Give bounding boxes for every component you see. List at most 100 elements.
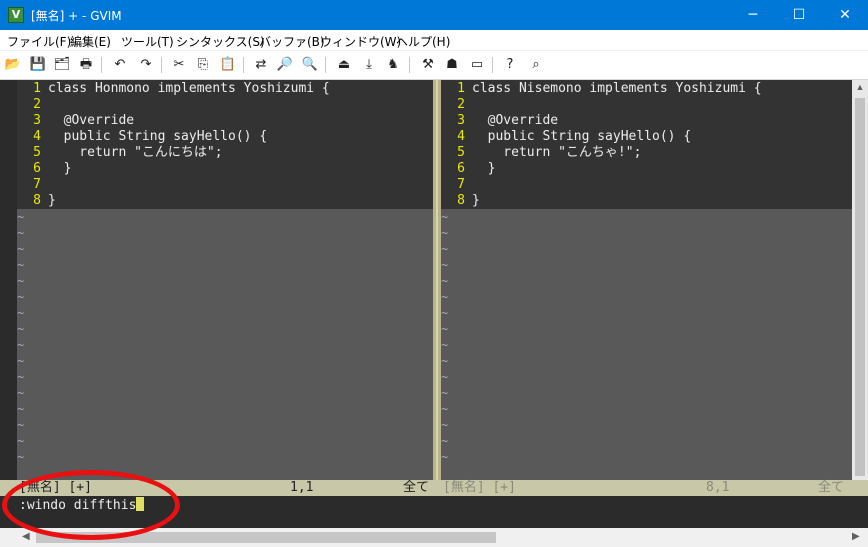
menu-tools[interactable]: ツール(T) — [121, 33, 174, 50]
shell-icon[interactable]: ☗ — [443, 56, 461, 74]
menu-file[interactable]: ファイル(F) — [7, 33, 71, 50]
line-text: public String sayHello() { — [48, 129, 268, 144]
code-line: 6 } — [441, 161, 852, 177]
line-text: class Nisemono implements Yoshizumi { — [472, 81, 762, 96]
line-text: } — [472, 161, 496, 176]
code-line: 1 class Honmono implements Yoshizumi { — [17, 81, 433, 97]
line-number: 4 — [457, 129, 465, 144]
empty-line-tilde: ~ — [17, 258, 25, 272]
vertical-scrollbar[interactable]: ▲ — [852, 80, 868, 480]
empty-line-tilde: ~ — [17, 226, 25, 240]
help-icon[interactable]: ? — [501, 56, 519, 74]
line-number: 8 — [457, 193, 465, 208]
load-session-icon[interactable]: ⏏ — [335, 56, 353, 74]
line-text: @Override — [48, 113, 135, 128]
paste-icon[interactable]: 📋 — [219, 56, 237, 74]
save-icon[interactable]: 💾 — [29, 56, 47, 74]
line-number: 5 — [33, 145, 41, 160]
line-number: 1 — [457, 81, 465, 96]
left-editor-pane[interactable]: 1 class Honmono implements Yoshizumi { 2 3 … — [17, 80, 433, 480]
right-cursor-position: 8,1 — [706, 480, 730, 495]
make-icon[interactable]: ⚒ — [419, 56, 437, 74]
line-number: 2 — [457, 97, 465, 112]
line-number: 5 — [457, 145, 465, 160]
find-next-icon[interactable]: 🔎 — [276, 56, 294, 74]
scroll-left-icon[interactable]: ◀ — [22, 531, 30, 542]
find-prev-icon[interactable]: 🔍 — [301, 56, 319, 74]
menu-syntax[interactable]: シンタックス(S) — [176, 33, 265, 50]
split-bar — [436, 80, 438, 480]
menu-buffers[interactable]: バッファ(B) — [259, 33, 325, 50]
toolbar-separator — [325, 57, 326, 73]
copy-icon[interactable]: ⎘ — [194, 56, 212, 74]
run-script-icon[interactable]: ♞ — [384, 56, 402, 74]
empty-line-tilde: ~ — [441, 322, 449, 336]
find-help-icon[interactable]: ⌕ — [527, 56, 545, 74]
code-line: 7 — [17, 177, 433, 193]
empty-line-tilde: ~ — [17, 402, 25, 416]
scroll-up-icon[interactable]: ▲ — [852, 82, 868, 92]
line-number: 3 — [457, 113, 465, 128]
menu-edit[interactable]: 編集(E) — [70, 33, 111, 50]
empty-line-tilde: ~ — [441, 210, 449, 224]
window-title: [無名] + - GVIM — [31, 9, 122, 23]
empty-line-tilde: ~ — [17, 370, 25, 384]
scroll-right-icon[interactable]: ▶ — [852, 531, 860, 542]
line-number: 2 — [33, 97, 41, 112]
empty-line-tilde: ~ — [441, 386, 449, 400]
save-session-icon[interactable]: ⤓ — [360, 56, 378, 74]
ctags-icon[interactable]: ▭ — [468, 56, 486, 74]
code-line: 8} — [17, 193, 433, 209]
left-scroll-percent: 全て — [403, 480, 430, 495]
save-all-icon[interactable]: 🗂 — [53, 56, 71, 74]
maximize-button[interactable]: ☐ — [776, 0, 822, 30]
empty-line-tilde: ~ — [441, 434, 449, 448]
line-text: @Override — [472, 113, 559, 128]
menu-window[interactable]: ウィンドウ(W) — [320, 33, 401, 50]
line-number: 1 — [33, 81, 41, 96]
print-icon[interactable]: 🖶 — [77, 56, 95, 74]
replace-icon[interactable]: ⇄ — [252, 56, 270, 74]
cut-icon[interactable]: ✂ — [170, 56, 188, 74]
empty-line-tilde: ~ — [441, 258, 449, 272]
code-line: 6 } — [17, 161, 433, 177]
line-number: 6 — [457, 161, 465, 176]
empty-line-tilde: ~ — [441, 402, 449, 416]
line-text: } — [472, 193, 480, 208]
vim-app-icon[interactable]: V — [8, 7, 24, 23]
empty-line-tilde: ~ — [441, 290, 449, 304]
vertical-split-separator[interactable] — [433, 80, 441, 480]
code-line: 3 @Override — [441, 113, 852, 129]
undo-icon[interactable]: ↶ — [111, 56, 129, 74]
line-text: } — [48, 193, 56, 208]
code-line: 2 — [441, 97, 852, 113]
empty-line-tilde: ~ — [17, 450, 25, 464]
code-line: 4 public String sayHello() { — [441, 129, 852, 145]
menu-help[interactable]: ヘルプ(H) — [396, 33, 450, 50]
code-line: 3 @Override — [17, 113, 433, 129]
empty-line-tilde: ~ — [441, 242, 449, 256]
empty-line-tilde: ~ — [17, 418, 25, 432]
empty-line-tilde: ~ — [17, 434, 25, 448]
toolbar-separator — [101, 57, 102, 73]
empty-line-tilde: ~ — [441, 274, 449, 288]
empty-line-tilde: ~ — [441, 370, 449, 384]
minimize-button[interactable]: ─ — [730, 0, 776, 30]
redo-icon[interactable]: ↷ — [137, 56, 155, 74]
code-line: 1 class Nisemono implements Yoshizumi { — [441, 81, 852, 97]
empty-line-tilde: ~ — [441, 418, 449, 432]
code-line: 4 public String sayHello() { — [17, 129, 433, 145]
empty-line-tilde: ~ — [441, 306, 449, 320]
empty-line-tilde: ~ — [17, 290, 25, 304]
line-text: return "こんにちは"; — [48, 145, 223, 160]
code-line: 2 — [17, 97, 433, 113]
vertical-scroll-thumb[interactable] — [855, 98, 865, 476]
toolbar-separator — [243, 57, 244, 73]
empty-line-tilde: ~ — [441, 354, 449, 368]
open-icon[interactable]: 📂 — [4, 56, 22, 74]
right-editor-pane[interactable]: 1 class Nisemono implements Yoshizumi { 2 3… — [441, 80, 852, 480]
line-text: class Honmono implements Yoshizumi { — [48, 81, 330, 96]
close-button[interactable]: ✕ — [822, 0, 868, 30]
code-line: 5 return "こんちゃ!"; — [441, 145, 852, 161]
line-number: 3 — [33, 113, 41, 128]
